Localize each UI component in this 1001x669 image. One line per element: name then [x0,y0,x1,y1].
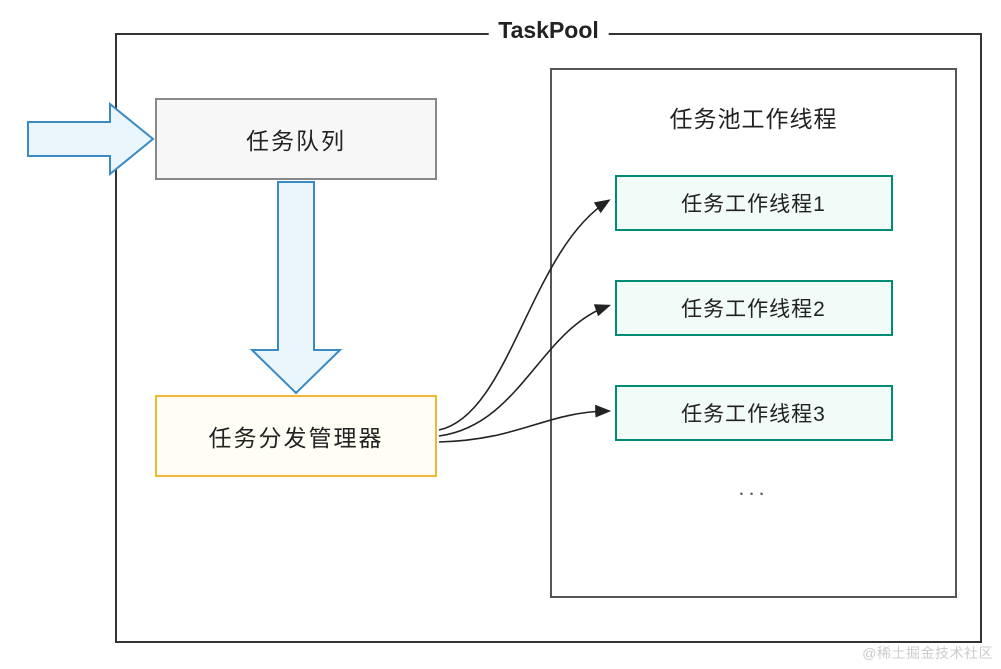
worker-thread-2-label: 任务工作线程2 [681,293,826,323]
worker-pool-container: 任务池工作线程 任务工作线程1 任务工作线程2 任务工作线程3 ... [550,68,957,598]
watermark-text: @稀土掘金技术社区 [862,643,993,663]
worker-thread-1: 任务工作线程1 [615,175,893,231]
worker-thread-3: 任务工作线程3 [615,385,893,441]
task-queue-label: 任务队列 [246,122,346,156]
task-dispatcher-box: 任务分发管理器 [155,395,437,477]
worker-thread-1-label: 任务工作线程1 [681,188,826,218]
task-queue-box: 任务队列 [155,98,437,180]
worker-ellipsis: ... [738,475,768,501]
taskpool-title: TaskPool [488,17,609,44]
diagram-canvas: TaskPool 任务队列 任务分发管理器 任务池工作线程 任务工作线程1 任务… [0,0,1001,669]
task-dispatcher-label: 任务分发管理器 [209,419,384,453]
worker-thread-3-label: 任务工作线程3 [681,398,826,428]
worker-pool-title: 任务池工作线程 [670,100,838,134]
worker-thread-2: 任务工作线程2 [615,280,893,336]
